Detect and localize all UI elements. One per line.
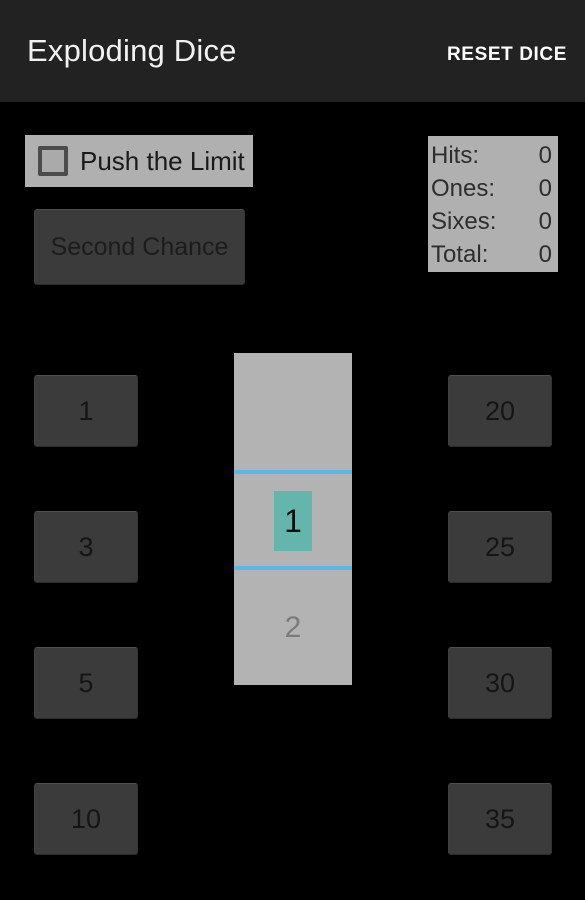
dice-number-picker[interactable]: 1 2 <box>234 353 352 685</box>
stat-label-sixes: Sixes: <box>431 208 497 235</box>
stat-row-sixes: Sixes: 0 <box>431 205 552 238</box>
stat-label-hits: Hits: <box>431 142 479 169</box>
stat-row-ones: Ones: 0 <box>431 172 552 205</box>
picker-next-cell[interactable]: 2 <box>234 570 352 685</box>
dice-button-10[interactable]: 10 <box>34 783 138 855</box>
dice-button-35[interactable]: 35 <box>448 783 552 855</box>
dice-button-20[interactable]: 20 <box>448 375 552 447</box>
push-the-limit-checkbox-row[interactable]: Push the Limit <box>25 135 253 187</box>
stat-value-sixes: 0 <box>538 208 552 235</box>
picker-selected-value[interactable]: 1 <box>274 491 312 551</box>
stat-value-ones: 0 <box>538 175 552 202</box>
dice-button-25[interactable]: 25 <box>448 511 552 583</box>
app-bar: Exploding Dice RESET DICE <box>0 0 585 102</box>
dice-button-30[interactable]: 30 <box>448 647 552 719</box>
stats-panel: Hits: 0 Ones: 0 Sixes: 0 Total: 0 <box>428 136 558 272</box>
dice-button-3[interactable]: 3 <box>34 511 138 583</box>
dice-button-1[interactable]: 1 <box>34 375 138 447</box>
dice-button-5[interactable]: 5 <box>34 647 138 719</box>
second-chance-button[interactable]: Second Chance <box>34 209 245 285</box>
picker-previous-cell[interactable] <box>234 353 352 472</box>
page-title: Exploding Dice <box>27 33 237 68</box>
picker-selected-cell[interactable]: 1 <box>234 474 352 568</box>
stat-value-total: 0 <box>538 241 552 268</box>
stat-value-hits: 0 <box>538 142 552 169</box>
stat-row-total: Total: 0 <box>431 238 552 271</box>
push-the-limit-label: Push the Limit <box>80 146 245 176</box>
reset-dice-button[interactable]: RESET DICE <box>441 38 573 72</box>
stat-row-hits: Hits: 0 <box>431 139 552 172</box>
stat-label-ones: Ones: <box>431 175 496 202</box>
stat-label-total: Total: <box>431 241 489 268</box>
picker-next-value: 2 <box>284 610 302 644</box>
checkbox-unchecked-icon[interactable] <box>38 146 68 176</box>
